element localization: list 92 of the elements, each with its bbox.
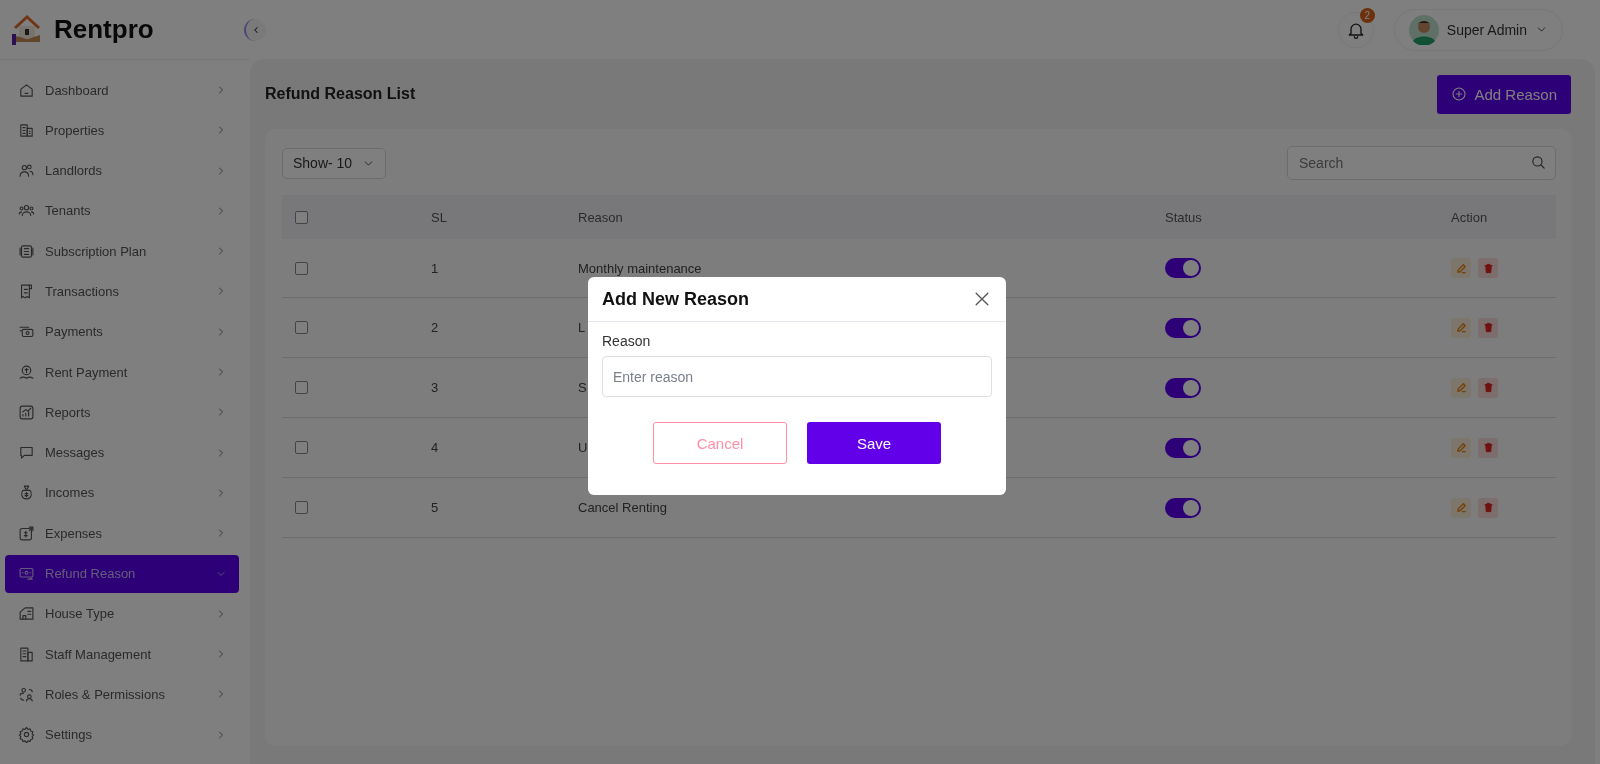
sidebar-item[interactable]: Expenses — [5, 514, 239, 553]
user-menu[interactable]: Super Admin — [1393, 8, 1563, 51]
trash-icon — [1482, 502, 1494, 513]
reason-input[interactable]: Enter reason — [602, 356, 992, 397]
table-cell: L — [578, 320, 586, 335]
sidebar-item[interactable]: Refund Reason — [5, 554, 239, 593]
status-toggle[interactable] — [1165, 377, 1201, 398]
delete-button[interactable] — [1478, 437, 1498, 458]
delete-button[interactable] — [1478, 497, 1498, 518]
cancel-button[interactable]: Cancel — [653, 422, 787, 464]
edit-button[interactable] — [1451, 377, 1471, 398]
field-label: Reason — [602, 333, 652, 349]
plus-circle-icon — [1451, 86, 1468, 102]
save-button[interactable]: Save — [807, 422, 941, 464]
column-header: Reason — [578, 209, 623, 225]
settings-icon — [18, 726, 35, 744]
pencil-icon — [1455, 262, 1467, 274]
checkbox[interactable] — [295, 501, 308, 514]
sidebar-item[interactable]: Settings — [5, 715, 239, 754]
sidebar-item[interactable]: Staff Management — [5, 635, 239, 674]
table-cell: Cancel Renting — [578, 500, 667, 515]
table-cell: 4 — [431, 440, 439, 455]
users-icon — [18, 162, 35, 180]
sidebar-item[interactable]: House Type — [5, 594, 239, 633]
sidebar-item[interactable]: Subscription Plan — [5, 232, 239, 271]
sidebar-item[interactable]: Rent Payment — [5, 353, 239, 392]
add-reason-button[interactable]: Add Reason — [1437, 74, 1571, 114]
chart-icon — [18, 403, 35, 421]
trash-icon — [1482, 442, 1494, 453]
user-swap-icon — [18, 685, 35, 703]
status-toggle[interactable] — [1165, 437, 1201, 458]
column-header: Status — [1165, 209, 1202, 225]
table-cell: U — [578, 440, 588, 455]
checkbox[interactable] — [295, 210, 308, 224]
status-toggle[interactable] — [1165, 497, 1201, 518]
brand-name: Rentpro — [54, 14, 154, 45]
pencil-icon — [1455, 322, 1467, 333]
checkbox[interactable] — [295, 381, 308, 394]
sidebar-item[interactable]: Landlords — [5, 151, 239, 190]
avatar — [1408, 14, 1439, 45]
receipt-icon — [18, 283, 35, 300]
sidebar-item[interactable]: Properties — [5, 111, 239, 150]
checkbox[interactable] — [295, 441, 308, 454]
sidebar-item[interactable]: Tenants — [5, 191, 239, 230]
edit-button[interactable] — [1451, 258, 1471, 278]
table-cell: Monthly maintenance — [578, 260, 702, 276]
status-toggle[interactable] — [1165, 317, 1201, 338]
pencil-icon — [1455, 502, 1467, 513]
edit-button[interactable] — [1451, 497, 1471, 518]
pencil-icon — [1455, 382, 1467, 393]
sidebar-item[interactable]: Transactions — [5, 272, 239, 311]
sidebar-item[interactable]: Dashboard — [5, 71, 239, 109]
delete-button[interactable] — [1478, 258, 1498, 278]
table-cell: 2 — [431, 320, 439, 335]
table-cell: 5 — [431, 500, 439, 515]
sidebar-item[interactable]: Incomes — [5, 473, 239, 512]
sidebar-item[interactable]: Payments — [5, 312, 239, 351]
sidebar-item[interactable]: Reports — [5, 393, 239, 432]
modal-title: Add New Reason — [602, 288, 750, 310]
chevron-left-icon — [251, 24, 261, 35]
chat-icon — [18, 444, 35, 462]
checkbox[interactable] — [295, 321, 308, 334]
column-header: Action — [1451, 209, 1488, 225]
checkbox[interactable] — [295, 261, 308, 275]
money-bag-icon — [18, 484, 35, 502]
table-cell: 3 — [431, 380, 439, 395]
sidebar-item[interactable]: Messages — [5, 433, 239, 472]
table-cell: 1 — [431, 260, 439, 276]
search-field[interactable]: Search — [1287, 146, 1556, 180]
page-size-select[interactable]: Show- 10 — [282, 147, 387, 179]
building-icon — [18, 121, 35, 139]
status-toggle[interactable] — [1165, 258, 1201, 278]
house-icon — [18, 605, 35, 623]
table-cell: S — [578, 380, 587, 395]
pencil-icon — [1455, 442, 1467, 453]
trash-icon — [1482, 382, 1494, 393]
edit-button[interactable] — [1451, 437, 1471, 458]
notification-badge: 2 — [1359, 7, 1375, 23]
trash-icon — [1482, 322, 1494, 333]
delete-button[interactable] — [1478, 317, 1498, 338]
building-icon — [18, 645, 35, 663]
delete-button[interactable] — [1478, 377, 1498, 398]
house-icon — [18, 81, 35, 99]
sidebar-item[interactable]: Roles & Permissions — [5, 675, 239, 714]
dollar-box-icon — [18, 524, 35, 542]
collapse-button[interactable] — [244, 18, 266, 41]
column-header: SL — [431, 209, 447, 225]
trash-icon — [1482, 262, 1494, 274]
notification-button[interactable]: 2 — [1337, 11, 1374, 48]
search-icon — [1530, 154, 1547, 171]
edit-button[interactable] — [1451, 317, 1471, 338]
page-title: Refund Reason List — [265, 85, 416, 103]
